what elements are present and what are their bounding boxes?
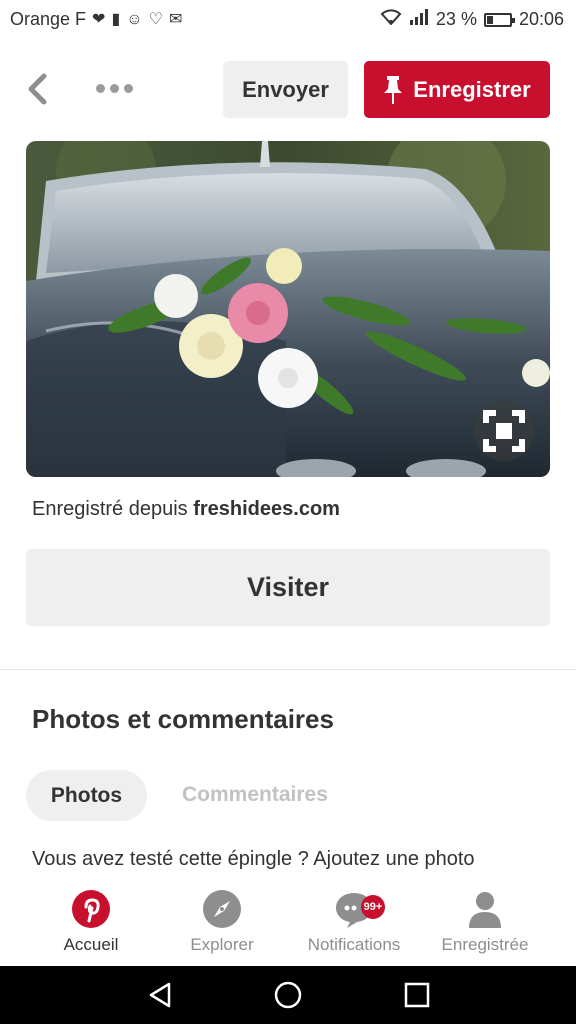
nav-label-explore: Explorer xyxy=(190,935,254,954)
wedding-car-flowers-image xyxy=(26,141,550,477)
lens-scan-icon xyxy=(483,410,525,452)
back-button[interactable] xyxy=(24,72,54,106)
system-navigation-bar xyxy=(0,966,576,1024)
signal-icon xyxy=(409,9,429,30)
wifi-icon xyxy=(380,9,402,30)
status-bar: Orange F ❤ ▮ ☺ ♡ ✉ 23 % 20:06 xyxy=(0,0,576,40)
square-recents-icon xyxy=(404,982,430,1008)
carrier-name: Orange F xyxy=(10,9,87,29)
pinterest-logo-icon xyxy=(72,890,110,928)
system-home-button[interactable] xyxy=(273,980,303,1010)
cartoon-icon: ☺ xyxy=(126,10,143,28)
system-recents-button[interactable] xyxy=(402,980,432,1010)
system-back-button[interactable] xyxy=(145,980,175,1010)
battery-percent: 23 % xyxy=(435,9,477,29)
section-title: Photos et commentaires xyxy=(32,704,334,734)
more-options-button[interactable] xyxy=(96,84,133,93)
nav-label-home: Accueil xyxy=(63,935,119,954)
visual-search-button[interactable] xyxy=(474,401,534,461)
section-divider xyxy=(0,669,576,670)
alert-icon: ▮ xyxy=(111,10,121,28)
compass-icon xyxy=(203,890,241,928)
save-button[interactable]: Enregistrer xyxy=(364,61,550,118)
nav-item-saved[interactable]: Enregistrée xyxy=(420,878,550,966)
save-button-label: Enregistrer xyxy=(413,76,531,102)
ellipsis-dot-icon xyxy=(124,84,133,93)
nav-label-notifications: Notifications xyxy=(307,935,401,954)
tab-comments[interactable]: Commentaires xyxy=(182,783,328,807)
chevron-left-icon xyxy=(28,73,47,105)
pin-image[interactable] xyxy=(26,141,550,477)
pushpin-icon xyxy=(384,75,403,104)
nav-label-saved: Enregistrée xyxy=(441,935,529,954)
triangle-back-icon xyxy=(149,982,171,1008)
bottom-navigation: Accueil Explorer 99+ Notifications Enreg… xyxy=(0,878,576,966)
status-bar-left: Orange F ❤ ▮ ☺ ♡ ✉ xyxy=(10,9,182,30)
circle-home-icon xyxy=(274,981,302,1009)
send-button[interactable]: Envoyer xyxy=(223,61,348,118)
clock: 20:06 xyxy=(518,9,564,29)
source-prefix: Enregistré depuis xyxy=(32,498,188,520)
pin-source: Enregistré depuis freshidees.com xyxy=(32,498,340,521)
nav-item-home[interactable]: Accueil xyxy=(26,878,156,966)
add-photo-prompt: Vous avez testé cette épingle ? Ajoutez … xyxy=(32,848,475,870)
person-icon xyxy=(469,892,501,928)
source-domain-link[interactable]: freshidees.com xyxy=(193,498,340,520)
battery-icon xyxy=(483,12,515,27)
status-bar-right: 23 % 20:06 xyxy=(380,9,564,30)
nav-item-explore[interactable]: Explorer xyxy=(157,878,287,966)
ellipsis-dot-icon xyxy=(96,84,105,93)
mail-icon: ✉ xyxy=(168,10,183,28)
tab-photos[interactable]: Photos xyxy=(26,770,147,821)
ellipsis-dot-icon xyxy=(110,84,119,93)
visit-button[interactable]: Visiter xyxy=(26,549,550,626)
heart-pulse-icon: ❤ xyxy=(92,10,106,28)
nav-item-notifications[interactable]: 99+ Notifications xyxy=(289,878,419,966)
heart-outline-icon: ♡ xyxy=(148,10,163,28)
notification-badge: 99+ xyxy=(361,895,385,919)
